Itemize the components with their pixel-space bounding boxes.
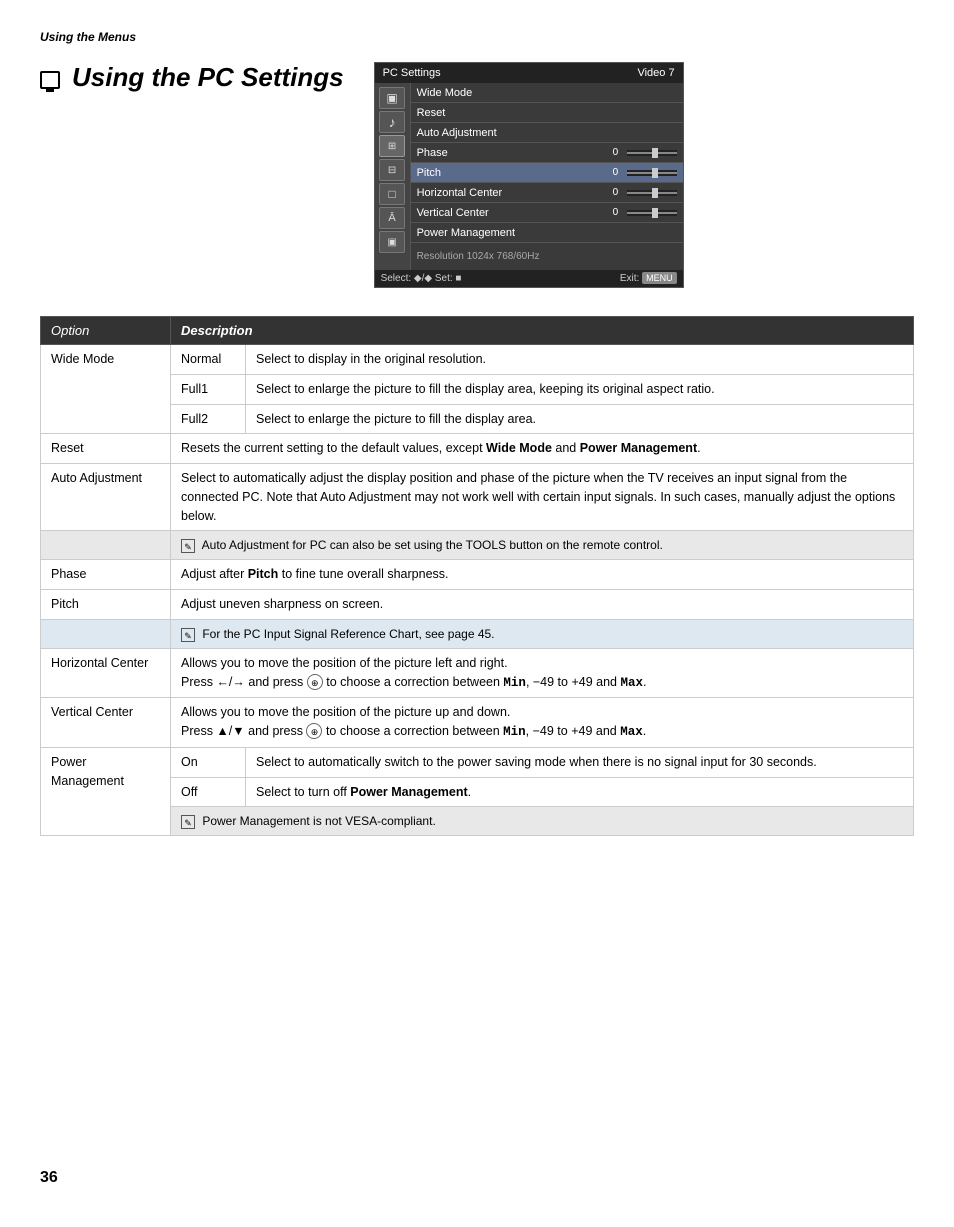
panel-row-vert-center: Vertical Center 0: [411, 203, 683, 223]
phase-slider[interactable]: [627, 150, 677, 156]
value-full1: Full1: [171, 374, 246, 404]
panel-row-horiz-center: Horizontal Center 0: [411, 183, 683, 203]
panel-video-label: Video 7: [637, 67, 674, 79]
circle-btn-horiz: ⊕: [307, 674, 323, 690]
panel-row-phase: Phase 0: [411, 143, 683, 163]
page-title: Using the PC Settings: [40, 62, 344, 93]
desc-reset: Resets the current setting to the defaul…: [171, 434, 914, 464]
sidebar-icon-7[interactable]: ▣: [379, 231, 405, 253]
col-description-header: Description: [171, 317, 914, 345]
pitch-slider[interactable]: [627, 170, 677, 176]
panel-row-wide-mode: Wide Mode: [411, 83, 683, 103]
vert-center-slider[interactable]: [627, 210, 677, 216]
table-row: Pitch Adjust uneven sharpness on screen.: [41, 590, 914, 620]
desc-normal: Select to display in the original resolu…: [246, 345, 914, 375]
desc-auto-adj: Select to automatically adjust the displ…: [171, 464, 914, 531]
panel-title: PC Settings: [383, 67, 441, 79]
table-row: Phase Adjust after Pitch to fine tune ov…: [41, 560, 914, 590]
option-wide-mode: Wide Mode: [41, 345, 171, 434]
sidebar-icon-6[interactable]: Ā: [379, 207, 405, 229]
sidebar-icon-4[interactable]: ⊟: [379, 159, 405, 181]
pc-settings-panel: PC Settings Video 7 ▣ ♪ ⊞ ⊟ □ Ā ▣ Wide M…: [374, 62, 684, 288]
panel-row-auto-adj: Auto Adjustment: [411, 123, 683, 143]
option-power-mgmt: Power Management: [41, 747, 171, 836]
option-auto-adj: Auto Adjustment: [41, 464, 171, 531]
note-empty-2: [41, 619, 171, 648]
sidebar-icon-2[interactable]: ♪: [379, 111, 405, 133]
option-pitch: Pitch: [41, 590, 171, 620]
desc-pitch: Adjust uneven sharpness on screen.: [171, 590, 914, 620]
page-number: 36: [40, 1169, 58, 1187]
sidebar-icon-5[interactable]: □: [379, 183, 405, 205]
col-option-header: Option: [41, 317, 171, 345]
table-row-note: ✎ Auto Adjustment for PC can also be set…: [41, 531, 914, 560]
table-row: Full2 Select to enlarge the picture to f…: [41, 404, 914, 434]
panel-sidebar: ▣ ♪ ⊞ ⊟ □ Ā ▣: [375, 83, 411, 270]
circle-btn-vert: ⊕: [306, 723, 322, 739]
panel-row-power-mgmt: Power Management: [411, 223, 683, 243]
using-menus-label: Using the Menus: [40, 30, 914, 44]
sidebar-icon-1[interactable]: ▣: [379, 87, 405, 109]
panel-header: PC Settings Video 7: [375, 63, 683, 83]
panel-content: Wide Mode Reset Auto Adjustment Phase 0 …: [411, 83, 683, 270]
note-auto-adj: ✎ Auto Adjustment for PC can also be set…: [171, 531, 914, 560]
table-row: Horizontal Center Allows you to move the…: [41, 648, 914, 698]
desc-phase: Adjust after Pitch to fine tune overall …: [171, 560, 914, 590]
table-row: Vertical Center Allows you to move the p…: [41, 698, 914, 748]
note-empty: [41, 531, 171, 560]
sidebar-icon-3[interactable]: ⊞: [379, 135, 405, 157]
panel-footer-exit: Exit: MENU: [620, 273, 677, 284]
desc-vert-center: Allows you to move the position of the p…: [171, 698, 914, 748]
horiz-center-slider[interactable]: [627, 190, 677, 196]
panel-row-pitch: Pitch 0: [411, 163, 683, 183]
table-row-power-note: ✎ Power Management is not VESA-compliant…: [41, 807, 914, 836]
note-power-mgmt: ✎ Power Management is not VESA-compliant…: [171, 807, 914, 836]
option-reset: Reset: [41, 434, 171, 464]
desc-full1: Select to enlarge the picture to fill th…: [246, 374, 914, 404]
note-icon-2: ✎: [181, 628, 195, 642]
panel-resolution: Resolution 1024x 768/60Hz: [411, 243, 683, 270]
table-row: Wide Mode Normal Select to display in th…: [41, 345, 914, 375]
desc-full2: Select to enlarge the picture to fill th…: [246, 404, 914, 434]
table-row: Off Select to turn off Power Management.: [41, 777, 914, 807]
panel-row-reset: Reset: [411, 103, 683, 123]
value-normal: Normal: [171, 345, 246, 375]
value-on: On: [171, 747, 246, 777]
note-pitch: ✎ For the PC Input Signal Reference Char…: [171, 619, 914, 648]
option-horiz-center: Horizontal Center: [41, 648, 171, 698]
table-row: Full1 Select to enlarge the picture to f…: [41, 374, 914, 404]
monitor-icon: [40, 71, 60, 89]
desc-off: Select to turn off Power Management.: [246, 777, 914, 807]
option-vert-center: Vertical Center: [41, 698, 171, 748]
table-row: Power Management On Select to automatica…: [41, 747, 914, 777]
note-icon: ✎: [181, 539, 195, 553]
note-icon-3: ✎: [181, 815, 195, 829]
value-full2: Full2: [171, 404, 246, 434]
value-off: Off: [171, 777, 246, 807]
table-row: Reset Resets the current setting to the …: [41, 434, 914, 464]
desc-on: Select to automatically switch to the po…: [246, 747, 914, 777]
panel-footer-select: Select: ◆/◆ Set: ■: [381, 273, 462, 284]
panel-footer: Select: ◆/◆ Set: ■ Exit: MENU: [375, 270, 683, 287]
table-row: Auto Adjustment Select to automatically …: [41, 464, 914, 531]
desc-horiz-center: Allows you to move the position of the p…: [171, 648, 914, 698]
content-table: Option Description Wide Mode Normal Sele…: [40, 316, 914, 836]
option-phase: Phase: [41, 560, 171, 590]
table-row-pitch-note: ✎ For the PC Input Signal Reference Char…: [41, 619, 914, 648]
